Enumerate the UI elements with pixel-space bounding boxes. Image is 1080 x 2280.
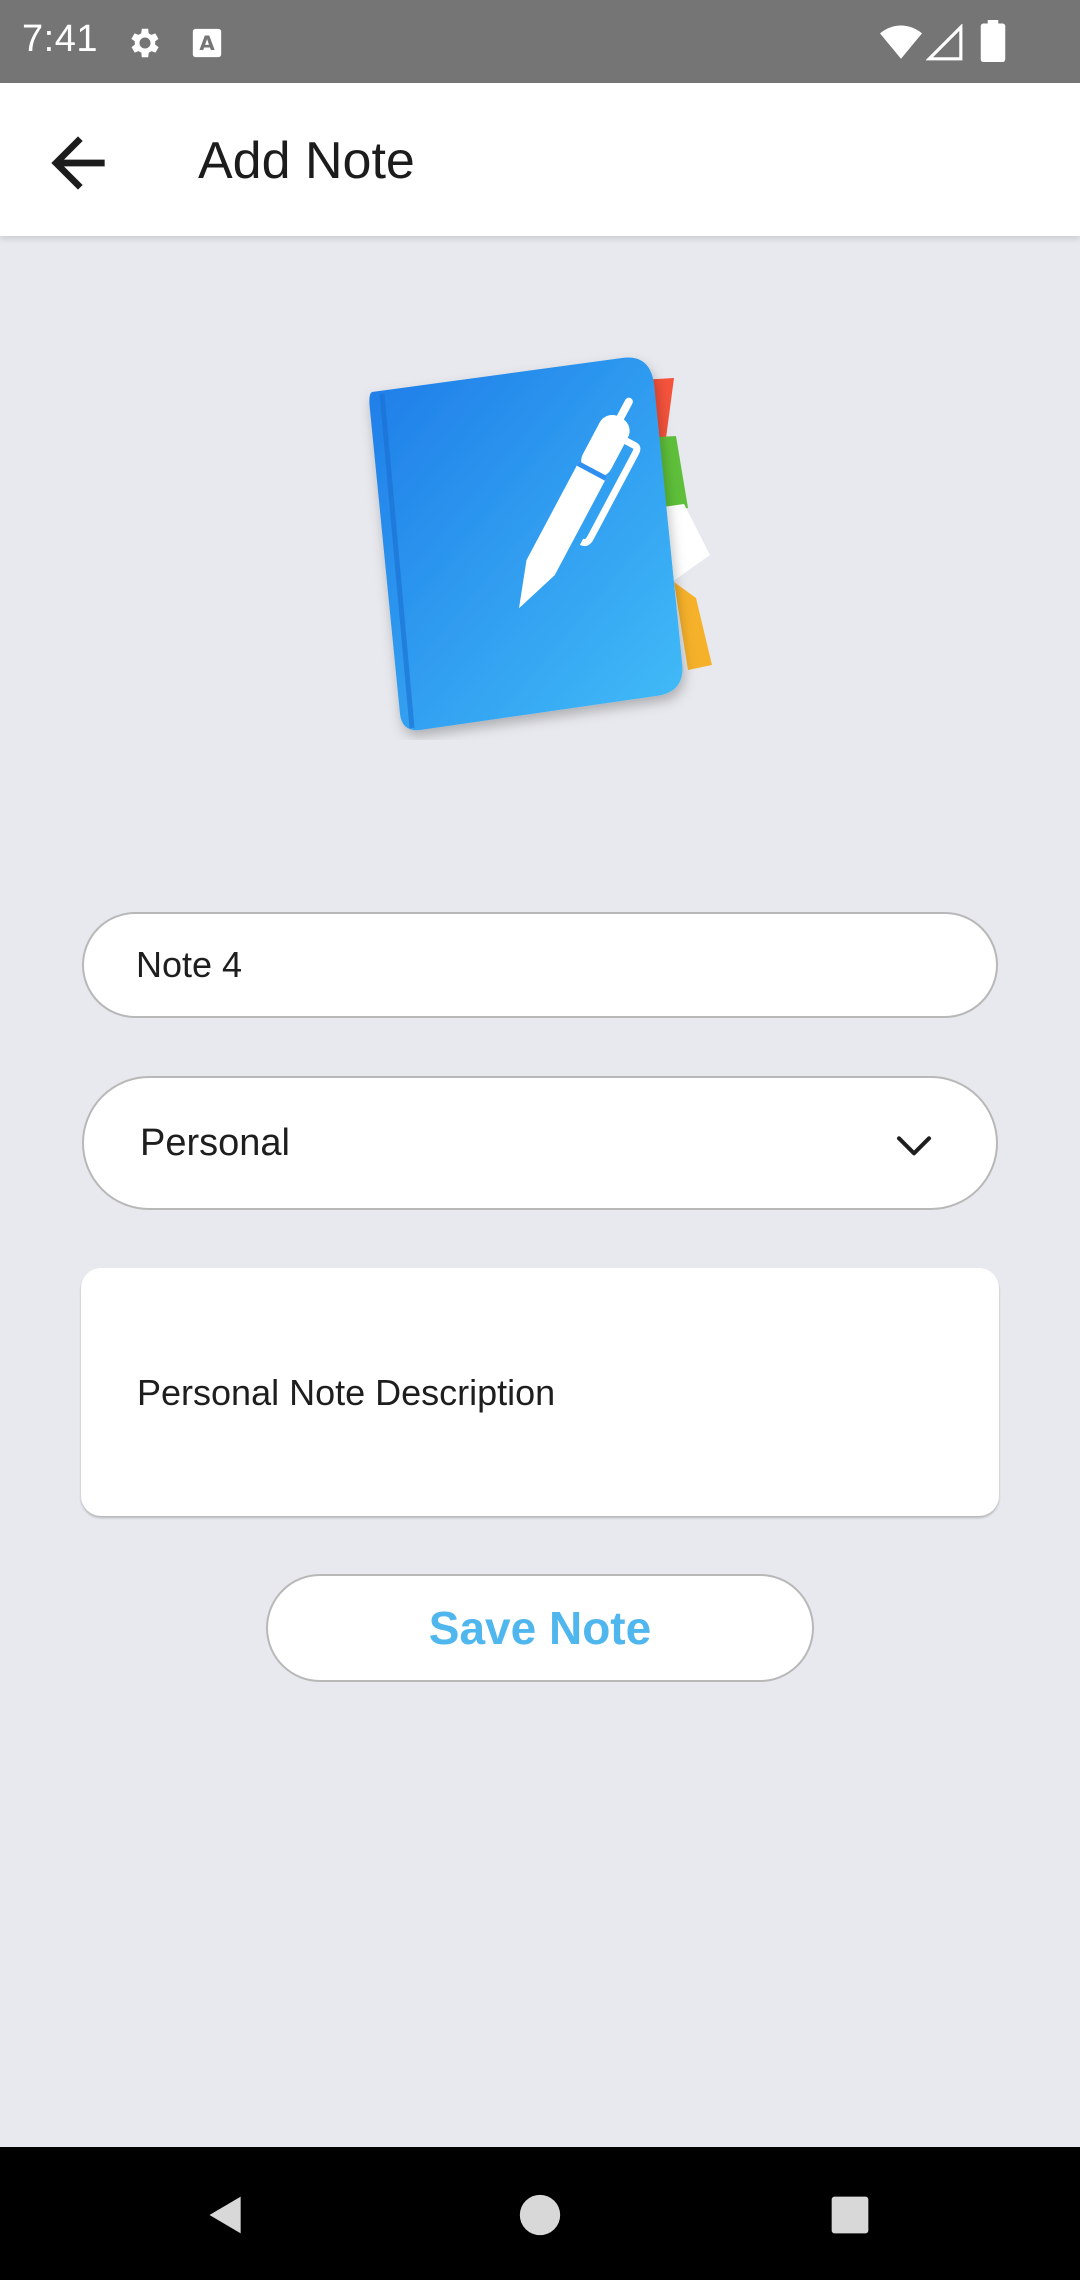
signal-icon — [926, 24, 963, 61]
status-time: 7:41 — [22, 18, 98, 60]
chevron-down-icon — [897, 1136, 931, 1156]
note-description-text: Personal Note Description — [137, 1372, 556, 1413]
page-title: Add Note — [198, 132, 415, 190]
back-button[interactable] — [38, 123, 118, 203]
category-dropdown[interactable]: Personal — [82, 1076, 998, 1210]
notebook-pen-icon — [369, 357, 712, 731]
a-box-icon: A — [192, 28, 222, 58]
save-note-button[interactable]: Save Note — [266, 1574, 814, 1682]
navigation-bar — [0, 2147, 1080, 2280]
category-selected-value: Personal — [140, 1122, 290, 1164]
status-bar: 7:41 A — [0, 0, 1080, 83]
home-circle-icon[interactable] — [518, 2193, 562, 2237]
screen: 7:41 A Add Note Note 4 Personal Personal… — [0, 0, 1080, 2280]
back-triangle-icon[interactable] — [204, 2193, 248, 2237]
svg-text:A: A — [199, 32, 215, 55]
recents-square-icon[interactable] — [828, 2193, 872, 2237]
note-description-field[interactable]: Personal Note Description — [81, 1268, 999, 1516]
battery-icon — [980, 20, 1006, 62]
app-bar: Add Note — [0, 83, 1080, 236]
gear-icon — [131, 28, 159, 58]
notebook-illustration — [360, 350, 720, 740]
wifi-icon — [880, 25, 922, 59]
arrow-left-icon — [51, 136, 105, 190]
note-title-input[interactable] — [82, 912, 998, 1018]
